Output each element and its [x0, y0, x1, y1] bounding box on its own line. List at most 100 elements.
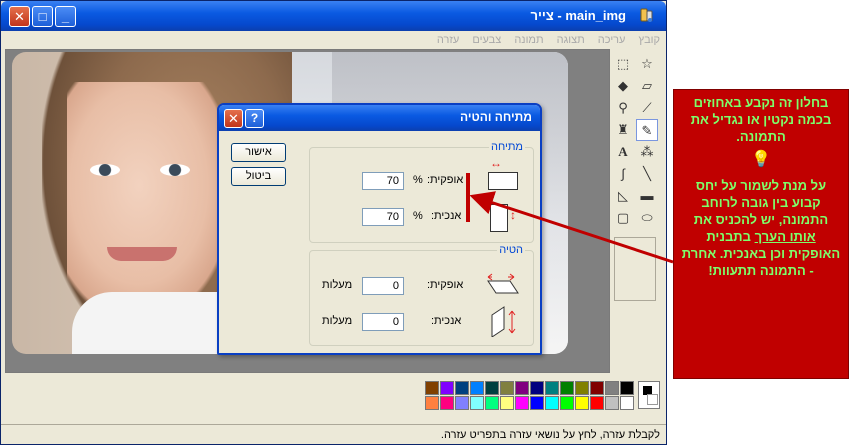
lightbulb-icon: 💡 [751, 151, 771, 168]
stretch-horizontal-icon [488, 172, 518, 190]
cancel-button[interactable]: ביטול [231, 167, 286, 186]
minimize-button[interactable]: _ [55, 6, 76, 27]
skew-horizontal-input[interactable]: 0 [362, 277, 404, 295]
color-swatch[interactable] [590, 381, 604, 395]
color-swatches [425, 381, 634, 411]
color-swatch[interactable] [425, 396, 439, 410]
color-swatch[interactable] [440, 396, 454, 410]
airbrush-icon[interactable]: ⁂ [636, 141, 658, 163]
callout-text-2: על מנת לשמור על יחס קבוע בין גובה לרוחב … [680, 177, 842, 279]
stretch-group: מתיחה ↔ אופקית: % 70 ↕ אנכית: % 70 [309, 141, 534, 243]
dialog-close-button[interactable]: ✕ [224, 109, 243, 128]
current-colors [638, 381, 660, 409]
color-swatch[interactable] [470, 381, 484, 395]
skew-horizontal-icon [487, 273, 519, 294]
color-swatch[interactable] [500, 381, 514, 395]
stretch-vertical-input[interactable]: 70 [362, 208, 404, 226]
color-palette [5, 375, 664, 423]
brush-icon[interactable]: ♜ [612, 119, 634, 141]
maximize-button[interactable]: □ [32, 6, 53, 27]
color-swatch[interactable] [545, 396, 559, 410]
toolbox: ⬚ ☆ ◆ ▱ ⚲ ⟋ ♜ ✎ A ⁂ ∫ ╲ ◺ ▬ ▢ ⬭ [610, 51, 660, 371]
status-bar: לקבלת עזרה, לחץ על נושאי עזרה בתפריט עזר… [1, 424, 666, 444]
fill-icon[interactable]: ◆ [612, 75, 634, 97]
color-swatch[interactable] [455, 381, 469, 395]
stretch-horizontal-arrow-icon: ↔ [490, 156, 502, 170]
skew-vertical-icon [491, 306, 516, 337]
color-swatch[interactable] [560, 381, 574, 395]
color-swatch[interactable] [455, 396, 469, 410]
stretch-horizontal-label: אופקית: [427, 174, 464, 186]
callout-text-1: בחלון זה נקבע באחוזים בכמה נקטין או נגדי… [690, 95, 832, 144]
menu-help[interactable]: עזרה [437, 31, 459, 49]
color-swatch[interactable] [515, 396, 529, 410]
callout-text-2-underline: אותו הערך [754, 229, 816, 244]
stretch-horizontal-input[interactable]: 70 [362, 172, 404, 190]
free-select-icon[interactable]: ☆ [636, 53, 658, 75]
image-mouth [107, 247, 177, 261]
skew-horizontal-label: אופקית: [427, 279, 464, 291]
color-swatch[interactable] [530, 396, 544, 410]
stretch-vertical-arrow-icon: ↕ [510, 208, 516, 222]
dialog-help-button[interactable]: ? [245, 109, 264, 128]
close-button[interactable]: ✕ [9, 6, 30, 27]
color-swatch[interactable] [560, 396, 574, 410]
color-swatch[interactable] [470, 396, 484, 410]
menu-file[interactable]: קובץ [639, 31, 660, 49]
menu-bar: קובץ עריכה תצוגה תמונה צבעים עזרה [1, 31, 666, 49]
text-icon[interactable]: A [612, 141, 634, 163]
image-face [67, 82, 227, 312]
color-swatch[interactable] [575, 381, 589, 395]
polygon-icon[interactable]: ◺ [612, 185, 634, 207]
stretch-group-title: מתיחה [488, 141, 525, 153]
color-swatch[interactable] [485, 381, 499, 395]
color-swatch[interactable] [605, 381, 619, 395]
color-swatch[interactable] [620, 396, 634, 410]
skew-vertical-input[interactable]: 0 [362, 313, 404, 331]
skew-horizontal-unit: מעלות [322, 279, 353, 291]
color-swatch[interactable] [425, 381, 439, 395]
window-titlebar[interactable]: ✕ □ _ main_img - צייר [1, 1, 666, 31]
eraser-icon[interactable]: ▱ [636, 75, 658, 97]
color-swatch[interactable] [620, 381, 634, 395]
rect-select-icon[interactable]: ⬚ [612, 53, 634, 75]
color-picker-icon[interactable]: ⟋ [636, 97, 658, 119]
ellipse-icon[interactable]: ⬭ [636, 207, 658, 229]
annotation-callout: בחלון זה נקבע באחוזים בכמה נקטין או נגדי… [673, 89, 849, 379]
menu-colors[interactable]: צבעים [472, 31, 501, 49]
color-swatch[interactable] [530, 381, 544, 395]
skew-vertical-unit: מעלות [322, 315, 353, 327]
color-swatch[interactable] [440, 381, 454, 395]
line-icon[interactable]: ╲ [636, 163, 658, 185]
menu-view[interactable]: תצוגה [557, 31, 585, 49]
window-title: main_img - צייר [530, 8, 627, 23]
curve-icon[interactable]: ∫ [612, 163, 634, 185]
pencil-icon[interactable]: ✎ [636, 119, 658, 141]
ok-button[interactable]: אישור [231, 143, 286, 162]
color-swatch[interactable] [485, 396, 499, 410]
image-eye-right [160, 164, 190, 176]
color-swatch[interactable] [515, 381, 529, 395]
skew-group-title: הטיה [497, 244, 525, 256]
stretch-vertical-label: אנכית: [431, 210, 462, 222]
skew-vertical-label: אנכית: [431, 315, 462, 327]
color-swatch[interactable] [605, 396, 619, 410]
stretch-skew-dialog: ✕ ? מתיחה והטיה אישור ביטול מתיחה ↔ אופק… [217, 103, 542, 355]
background-color [647, 394, 658, 405]
color-swatch[interactable] [590, 396, 604, 410]
stretch-horizontal-unit: % [413, 174, 423, 186]
stretch-vertical-unit: % [413, 210, 423, 222]
skew-group: הטיה אופקית: 0 מעלות אנכית: 0 מעלות [309, 244, 534, 346]
rounded-rectangle-icon[interactable]: ▢ [612, 207, 634, 229]
magnifier-icon[interactable]: ⚲ [612, 97, 634, 119]
image-eye-left [90, 164, 120, 176]
color-swatch[interactable] [575, 396, 589, 410]
color-swatch[interactable] [545, 381, 559, 395]
menu-edit[interactable]: עריכה [598, 31, 626, 49]
callout-text-2a: על מנת לשמור על יחס קבוע בין גובה לרוחב … [693, 178, 829, 227]
tool-options-box[interactable] [614, 237, 656, 301]
rectangle-icon[interactable]: ▬ [636, 185, 658, 207]
menu-image[interactable]: תמונה [514, 31, 543, 49]
dialog-titlebar[interactable]: ✕ ? מתיחה והטיה [219, 105, 540, 131]
color-swatch[interactable] [500, 396, 514, 410]
